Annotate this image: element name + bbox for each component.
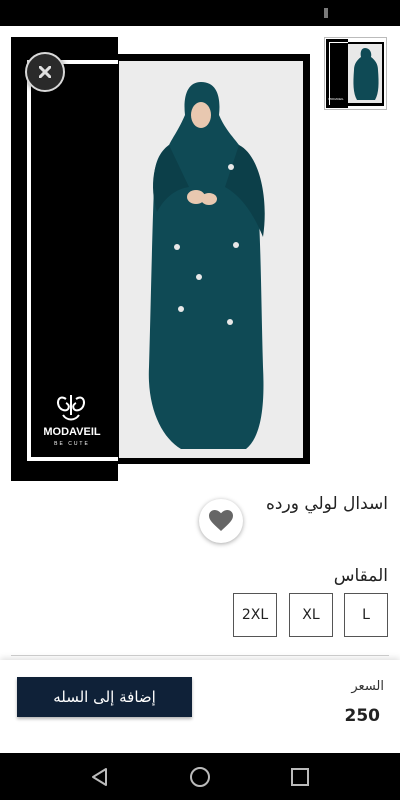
size-label: المقاس xyxy=(333,566,388,586)
product-title: اسدال لولي ورده xyxy=(266,494,388,514)
recents-square-icon[interactable] xyxy=(288,765,312,789)
heart-icon xyxy=(209,510,233,531)
purchase-bar: إضافة إلى السله السعر 250 xyxy=(0,660,400,753)
status-indicator-icon xyxy=(324,8,328,18)
price-value: 250 xyxy=(344,706,381,726)
product-thumbnail[interactable]: MODAVEIL xyxy=(324,37,387,110)
system-navigation-bar xyxy=(0,753,400,800)
svg-text:MODAVEIL: MODAVEIL xyxy=(328,97,344,101)
brand-logo-subtext: BE CUTE xyxy=(54,441,90,447)
brand-logo-text: MODAVEIL xyxy=(43,426,101,438)
size-option-l[interactable]: L xyxy=(344,593,388,637)
status-bar xyxy=(0,0,400,26)
size-option-2xl[interactable]: 2XL xyxy=(233,593,277,637)
size-option-xl[interactable]: XL xyxy=(289,593,333,637)
home-circle-icon[interactable] xyxy=(188,765,212,789)
close-button[interactable] xyxy=(25,52,65,92)
divider xyxy=(11,655,389,656)
price-label: السعر xyxy=(351,679,384,694)
wishlist-button[interactable] xyxy=(199,499,243,543)
product-image: MODAVEIL BE CUTE xyxy=(11,37,310,481)
close-icon xyxy=(39,66,51,78)
back-triangle-icon[interactable] xyxy=(88,765,112,789)
add-to-cart-button[interactable]: إضافة إلى السله xyxy=(17,677,192,717)
